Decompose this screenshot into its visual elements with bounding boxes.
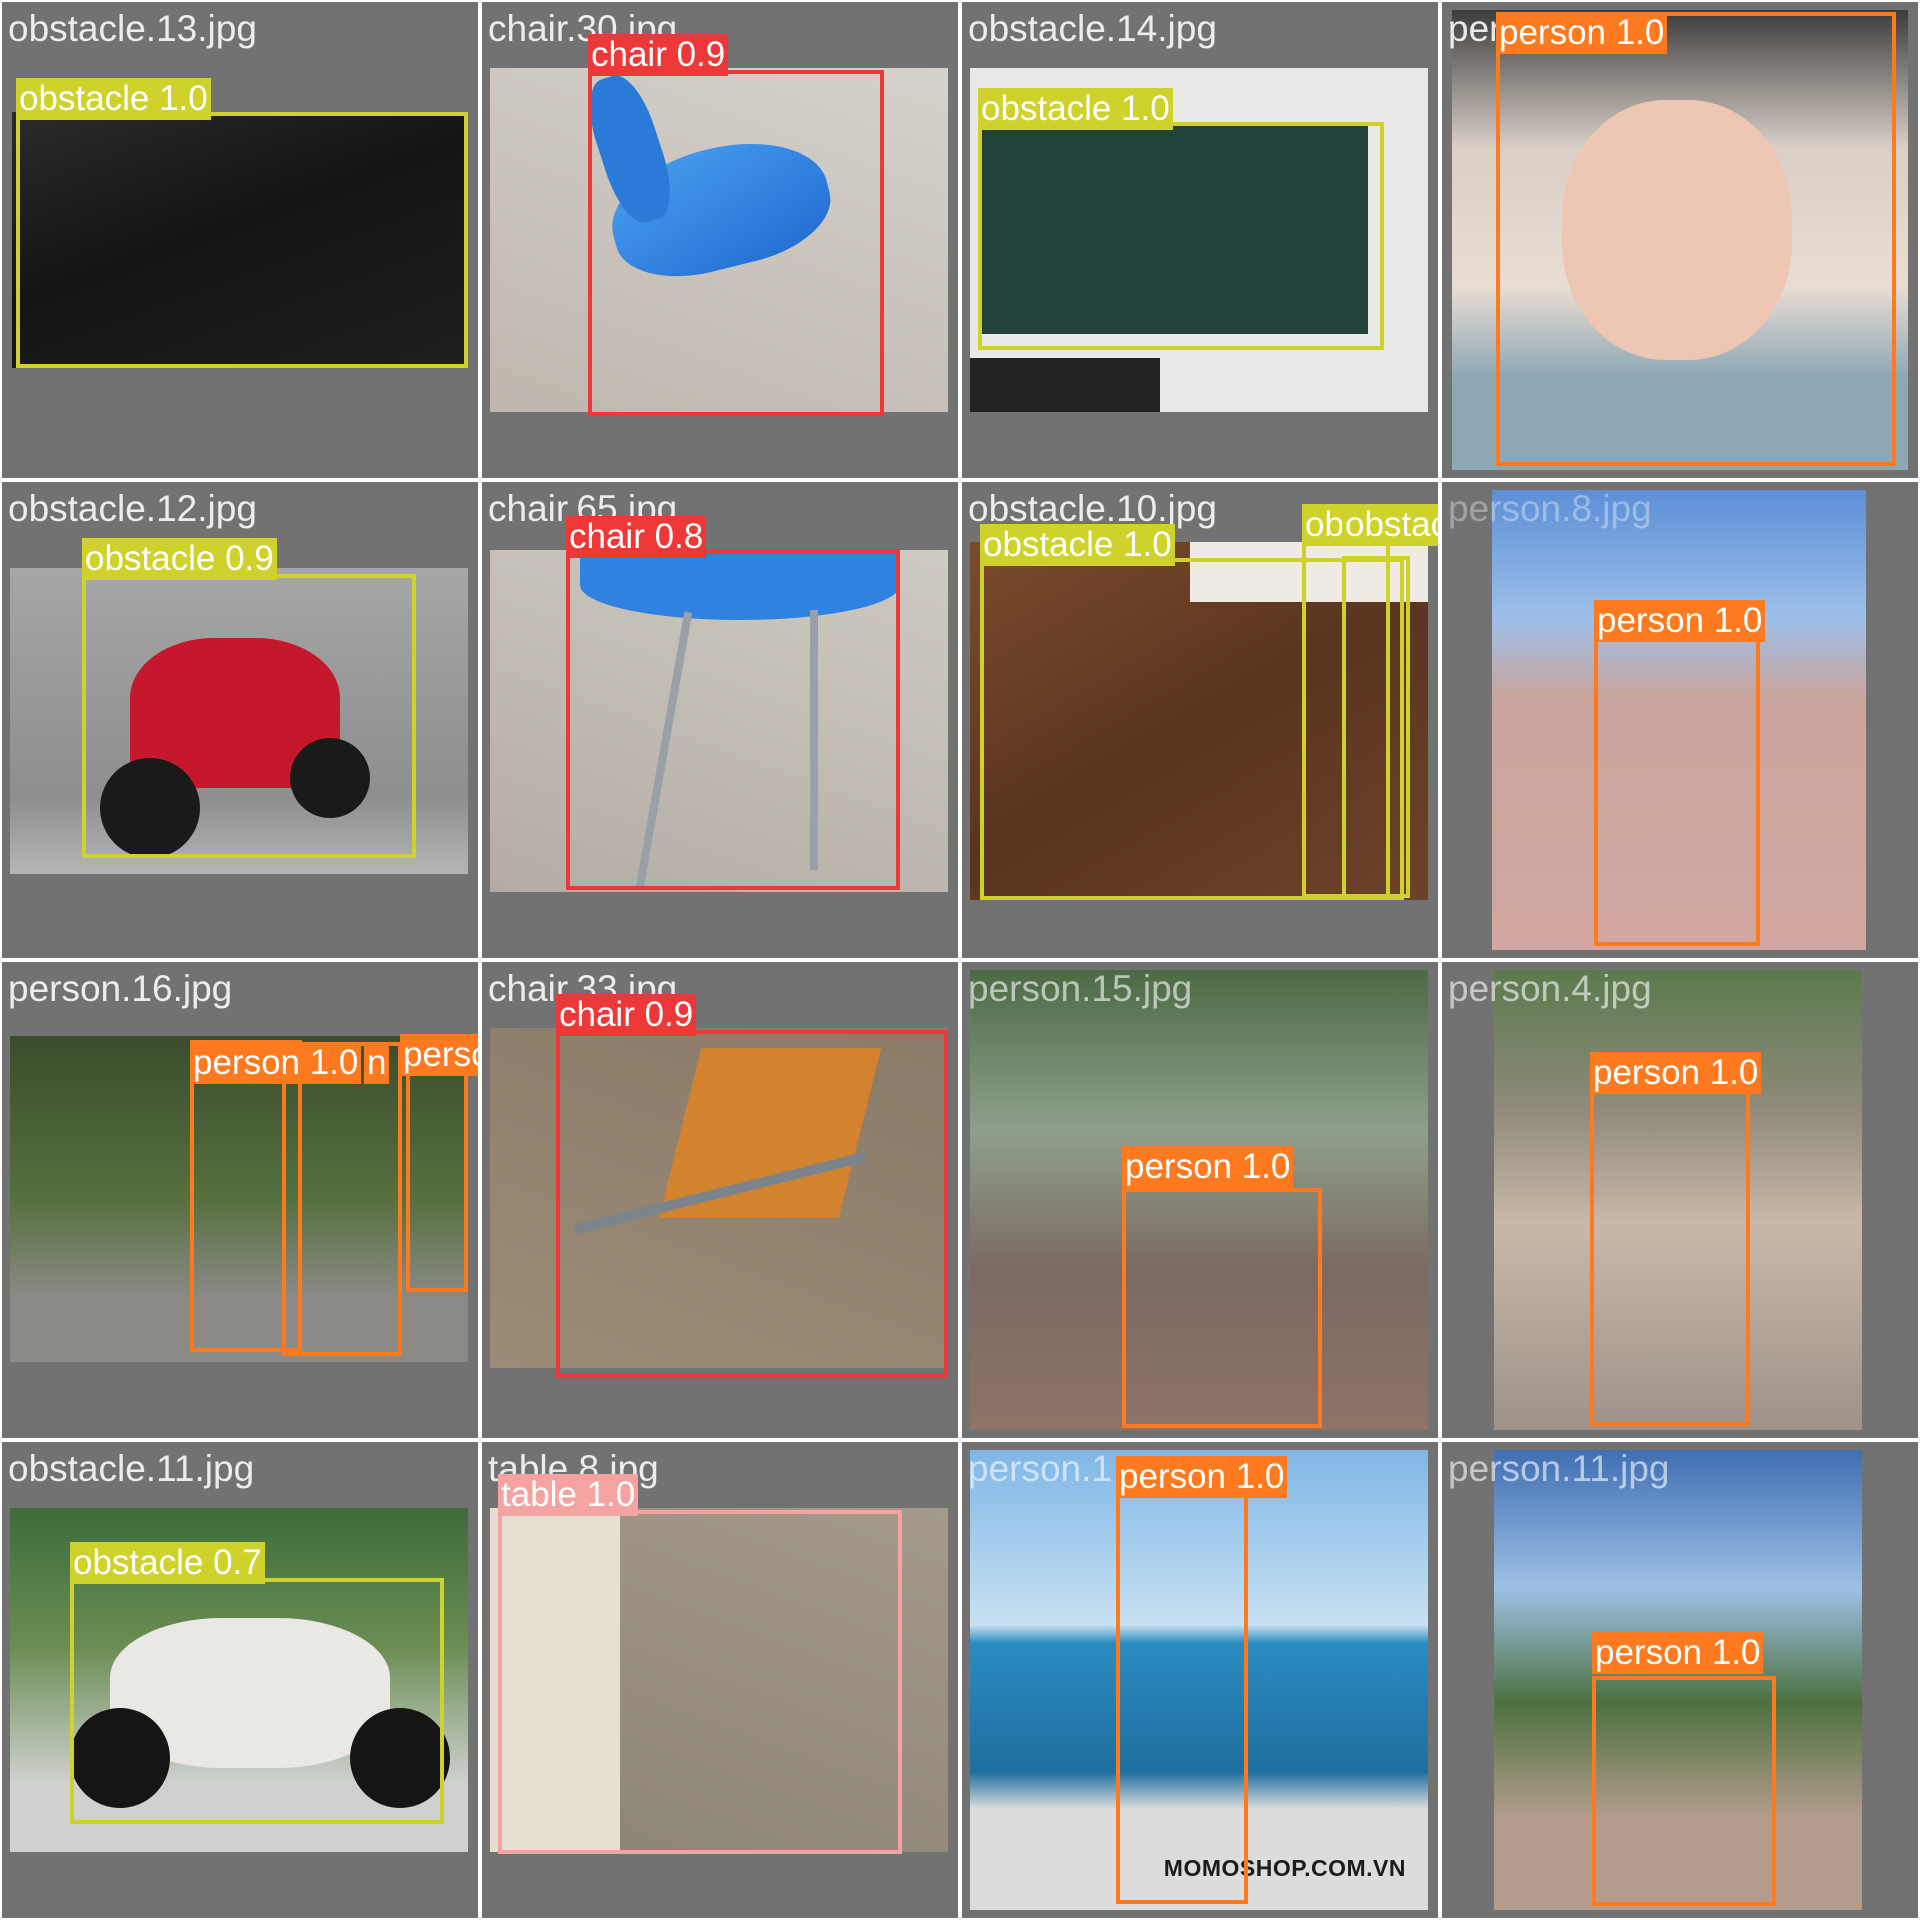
- image-filename: person.4.jpg: [1448, 968, 1652, 1009]
- detection-box: [1116, 1458, 1248, 1904]
- detection-box: [1594, 634, 1760, 946]
- prediction-grid: obstacle.13.jpg obstacle 1.0 chair.30.jp…: [0, 0, 1920, 1920]
- detection-label: obstacle 1.0: [978, 88, 1173, 130]
- detection-box: [406, 1042, 468, 1292]
- detection-box: [566, 550, 900, 890]
- cell-person-selfie: person.jpg person 1.0: [1442, 2, 1918, 478]
- cell-chair-65: chair.65.jpg chair 0.8: [482, 482, 958, 958]
- detection-label: table 1.0: [498, 1474, 639, 1516]
- cell-obstacle-10: obstacle.10.jpg obstacle 1.0 ob obstacle…: [962, 482, 1438, 958]
- image-filename: person.15.jpg: [968, 968, 1193, 1009]
- detection-box: [556, 1030, 948, 1378]
- detection-label: person 1.0: [1122, 1146, 1294, 1188]
- detection-label: chair 0.8: [566, 516, 707, 558]
- cell-person-4: person.4.jpg person 1.0: [1442, 962, 1918, 1438]
- detection-box: [1496, 12, 1896, 466]
- cell-person-15: person.15.jpg person 1.0: [962, 962, 1438, 1438]
- cell-person-8: person.8.jpg person 1.0: [1442, 482, 1918, 958]
- detection-label: person 1.0: [1590, 1052, 1762, 1094]
- detection-label: obstacle 0.4: [1342, 504, 1438, 546]
- image-filename: person.8.jpg: [1448, 488, 1652, 529]
- detection-label: chair 0.9: [556, 994, 697, 1036]
- detection-label: person 1.0: [1116, 1456, 1288, 1498]
- cell-person-16: person.16.jpg person 1.0 n person 0.9: [2, 962, 478, 1438]
- detection-label: obstacle 0.9: [82, 538, 277, 580]
- detection-label: person 1.0: [1594, 600, 1766, 642]
- detection-label: obstacle 1.0: [980, 524, 1175, 566]
- detection-box: [282, 1042, 402, 1356]
- detection-box: [1122, 1188, 1322, 1428]
- detection-label: obstacle 0.7: [70, 1542, 265, 1584]
- cell-obstacle-13: obstacle.13.jpg obstacle 1.0: [2, 2, 478, 478]
- detection-box: [1592, 1676, 1776, 1906]
- image-filename: person.11.jpg: [1448, 1448, 1670, 1489]
- image-filename: obstacle.14.jpg: [968, 8, 1217, 49]
- image-filename: person.1: [968, 1448, 1112, 1489]
- detection-label: person 1.0: [190, 1042, 362, 1084]
- cell-chair-33: chair.33.jpg chair 0.9: [482, 962, 958, 1438]
- cell-obstacle-12: obstacle.12.jpg obstacle 0.9: [2, 482, 478, 958]
- detection-box: [82, 574, 416, 858]
- cell-table-8: table.8.jpg table 1.0: [482, 1442, 958, 1918]
- cell-obstacle-14: obstacle.14.jpg obstacle 1.0: [962, 2, 1438, 478]
- detection-box: [70, 1578, 444, 1824]
- cell-obstacle-11: obstacle.11.jpg obstacle 0.7: [2, 1442, 478, 1918]
- detection-label: chair 0.9: [588, 34, 729, 76]
- image-filename: obstacle.13.jpg: [8, 8, 257, 49]
- detection-label: obstacle 1.0: [16, 78, 211, 120]
- cell-person-11: person.11.jpg person 1.0: [1442, 1442, 1918, 1918]
- detection-label: ob: [1302, 504, 1347, 546]
- image-filename: person.16.jpg: [8, 968, 233, 1009]
- detection-label: n: [364, 1042, 390, 1084]
- detection-box: [498, 1510, 902, 1854]
- monitor: [970, 358, 1160, 412]
- detection-box: [16, 112, 468, 368]
- detection-box: [588, 70, 884, 416]
- image-filename: obstacle.12.jpg: [8, 488, 257, 529]
- detection-label: person 1.0: [1496, 12, 1668, 54]
- detection-label: person 0.9: [400, 1034, 478, 1076]
- detection-box: [1590, 1088, 1750, 1426]
- detection-label: person 1.0: [1592, 1632, 1764, 1674]
- cell-chair-30: chair.30.jpg chair 0.9: [482, 2, 958, 478]
- image-filename: obstacle.11.jpg: [8, 1448, 255, 1489]
- detection-box: [978, 122, 1384, 350]
- cell-person-seaside: MOMOSHOP.COM.VN person.1 person 1.0: [962, 1442, 1438, 1918]
- detection-box: [1342, 556, 1410, 898]
